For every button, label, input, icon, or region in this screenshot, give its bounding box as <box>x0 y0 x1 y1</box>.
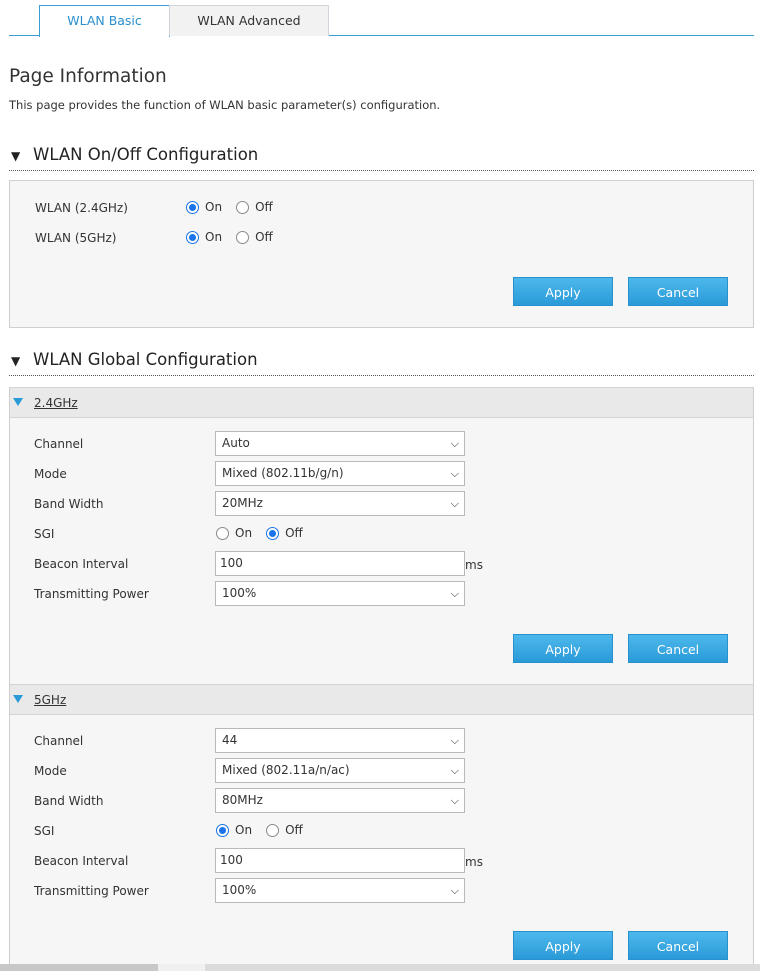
wlan24-on-radio[interactable] <box>186 200 199 214</box>
band5-sgi-off-radio[interactable] <box>266 823 280 837</box>
band5-power-value: 100% <box>222 883 257 897</box>
band5-cancel-button[interactable]: Cancel <box>628 931 728 960</box>
band5-power-label: Transmitting Power <box>34 884 149 898</box>
onoff-apply-button[interactable]: Apply <box>513 277 613 306</box>
band5-title-link[interactable]: 5GHz <box>34 693 66 707</box>
band24-channel-value: Auto <box>222 436 250 450</box>
band24-bandwidth-label: Band Width <box>34 497 104 511</box>
band5-sgi-radio-group: On Off <box>216 823 317 837</box>
band24-beacon-label: Beacon Interval <box>34 557 129 571</box>
band5-channel-label: Channel <box>34 734 84 748</box>
band24-cancel-button[interactable]: Cancel <box>628 634 728 663</box>
page-description: This page provides the function of WLAN … <box>9 98 441 112</box>
band5-apply-button[interactable]: Apply <box>513 931 613 960</box>
band5-sgi-label: SGI <box>34 824 55 838</box>
wlan24-on-label: On <box>205 200 223 214</box>
band5-bandwidth-label: Band Width <box>34 794 104 808</box>
scrollbar-track-segment <box>205 964 760 971</box>
band24-beacon-input[interactable]: 100 <box>215 551 465 576</box>
wlan5-on-label: On <box>205 230 223 244</box>
band24-sgi-on-radio[interactable] <box>216 526 229 540</box>
band24-channel-label: Channel <box>34 437 84 451</box>
wlan24-label: WLAN (2.4GHz) <box>35 201 128 215</box>
band5-sgi-on-label: On <box>235 823 253 837</box>
wlan24-off-radio[interactable] <box>236 200 250 214</box>
band5-mode-label: Mode <box>34 764 67 778</box>
band5-channel-value: 44 <box>222 733 238 747</box>
horizontal-scrollbar[interactable] <box>0 964 760 971</box>
band5-channel-select[interactable]: 44 ⌵ <box>215 728 465 753</box>
chevron-down-icon: ⌵ <box>450 884 459 897</box>
page-title: Page Information <box>9 66 167 87</box>
tab-wlan-basic[interactable]: WLAN Basic <box>39 5 170 37</box>
band24-title-link[interactable]: 2.4GHz <box>34 396 78 410</box>
band24-apply-button[interactable]: Apply <box>513 634 613 663</box>
chevron-down-icon: ⌵ <box>450 497 459 510</box>
band5-mode-value: Mixed (802.11a/n/ac) <box>222 763 350 777</box>
chevron-down-icon: ⌵ <box>450 587 459 600</box>
band24-header[interactable]: 2.4GHz <box>10 387 753 418</box>
chevron-down-icon: ⌵ <box>450 794 459 807</box>
global-section-title: WLAN Global Configuration <box>33 350 258 369</box>
chevron-down-icon: ⌵ <box>450 734 459 747</box>
band24-sgi-on-label: On <box>235 526 253 540</box>
band5-beacon-label: Beacon Interval <box>34 854 129 868</box>
band24-channel-select[interactable]: Auto ⌵ <box>215 431 465 456</box>
band5-bandwidth-value: 80MHz <box>222 793 263 807</box>
onoff-cancel-button[interactable]: Cancel <box>628 277 728 306</box>
tab-wlan-advanced[interactable]: WLAN Advanced <box>169 5 329 36</box>
band24-mode-label: Mode <box>34 467 67 481</box>
band5-sgi-off-label: Off <box>285 823 303 837</box>
chevron-down-icon: ⌵ <box>450 764 459 777</box>
wlan24-radio-group: On Off <box>186 200 287 214</box>
band24-mode-value: Mixed (802.11b/g/n) <box>222 466 344 480</box>
expand-triangle-icon <box>13 695 23 703</box>
band24-sgi-label: SGI <box>34 527 55 541</box>
band5-bandwidth-select[interactable]: 80MHz ⌵ <box>215 788 465 813</box>
band24-power-select[interactable]: 100% ⌵ <box>215 581 465 606</box>
band24-mode-select[interactable]: Mixed (802.11b/g/n) ⌵ <box>215 461 465 486</box>
band24-bandwidth-value: 20MHz <box>222 496 263 510</box>
band5-beacon-input[interactable]: 100 <box>215 848 465 873</box>
band5-sgi-on-radio[interactable] <box>216 823 229 837</box>
band24-beacon-unit: ms <box>465 558 483 572</box>
wlan5-on-radio[interactable] <box>186 230 199 244</box>
collapse-arrow-icon: ▼ <box>11 149 21 163</box>
band5-power-select[interactable]: 100% ⌵ <box>215 878 465 903</box>
chevron-down-icon: ⌵ <box>450 467 459 480</box>
band5-beacon-unit: ms <box>465 855 483 869</box>
band24-sgi-off-label: Off <box>285 526 303 540</box>
tab-bar: WLAN Basic WLAN Advanced <box>9 5 754 37</box>
wlan24-off-label: Off <box>255 200 273 214</box>
band24-bandwidth-select[interactable]: 20MHz ⌵ <box>215 491 465 516</box>
global-section-header[interactable]: ▼ WLAN Global Configuration <box>9 347 754 376</box>
scrollbar-thumb[interactable] <box>0 964 158 971</box>
collapse-arrow-icon: ▼ <box>11 354 21 368</box>
wlan5-off-radio[interactable] <box>236 230 250 244</box>
band24-sgi-radio-group: On Off <box>216 526 317 540</box>
band24-power-value: 100% <box>222 586 257 600</box>
band5-mode-select[interactable]: Mixed (802.11a/n/ac) ⌵ <box>215 758 465 783</box>
onoff-panel: WLAN (2.4GHz) On Off WLAN (5GHz) On Off … <box>9 180 754 328</box>
band5-header[interactable]: 5GHz <box>10 684 753 715</box>
expand-triangle-icon <box>13 398 23 406</box>
wlan5-label: WLAN (5GHz) <box>35 231 117 245</box>
chevron-down-icon: ⌵ <box>450 437 459 450</box>
band24-sgi-off-radio[interactable] <box>266 526 280 540</box>
onoff-section-title: WLAN On/Off Configuration <box>33 145 259 164</box>
onoff-section-header[interactable]: ▼ WLAN On/Off Configuration <box>9 142 754 171</box>
wlan5-off-label: Off <box>255 230 273 244</box>
wlan5-radio-group: On Off <box>186 230 287 244</box>
band24-power-label: Transmitting Power <box>34 587 149 601</box>
